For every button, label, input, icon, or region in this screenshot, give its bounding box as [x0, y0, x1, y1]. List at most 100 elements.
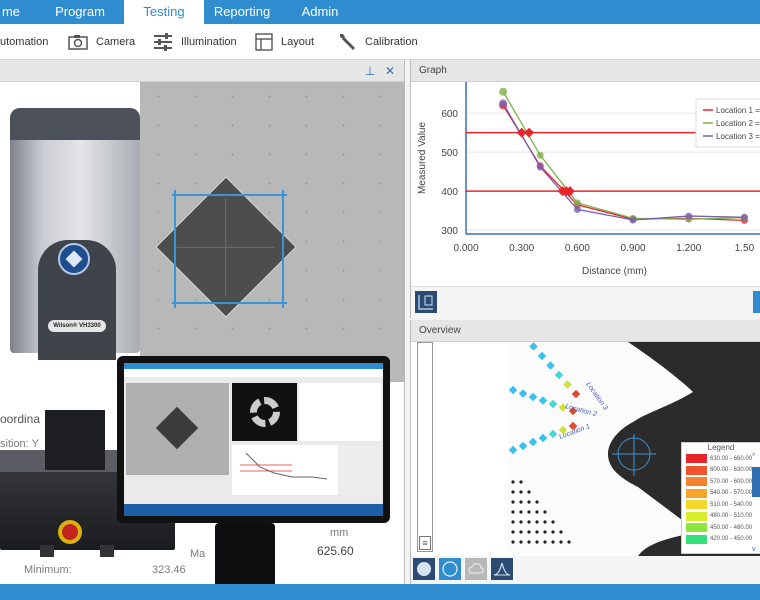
main-tab-bar: me Program Testing Reporting Admin: [0, 0, 760, 24]
legend-swatch: [686, 534, 707, 544]
reference-dot: [543, 510, 547, 514]
fill-circle-button[interactable]: [413, 558, 435, 580]
data-point: [740, 213, 748, 221]
x-tick-label: 0.900: [621, 243, 646, 254]
chart-view-button[interactable]: [753, 291, 760, 313]
graph-footer: [411, 286, 760, 318]
x-tick-label: 0.600: [565, 243, 590, 254]
location-3-label: Location 3: [584, 381, 608, 412]
tab-testing[interactable]: Testing: [124, 0, 204, 24]
reference-dot: [551, 520, 555, 524]
y-tick-label: 500: [441, 148, 458, 159]
reference-dot: [527, 520, 531, 524]
data-point: [536, 163, 544, 171]
camera-icon: [68, 34, 88, 50]
reference-dot: [519, 530, 523, 534]
tablet-toolbar: [124, 369, 383, 377]
overview-panel-title: Overview: [419, 325, 461, 336]
reference-dot: [535, 540, 539, 544]
legend-row: 480.00 - 510.00: [682, 511, 760, 523]
legend-row: 420.00 - 450.00: [682, 534, 760, 546]
x-tick-label: 1.50: [735, 243, 755, 254]
legend-swatch: [686, 454, 707, 464]
legend-range-label: 600.00 - 630.00: [710, 467, 753, 474]
graph-panel: Graph 300 400 500 600 0.000 0.300 0.600 0.900 1.…: [410, 60, 760, 318]
camera-button[interactable]: Camera: [68, 24, 135, 60]
measure-line-bottom[interactable]: [172, 302, 287, 304]
legend-range-label: 450.00 - 480.00: [710, 524, 753, 531]
x-tick-label: 0.000: [453, 243, 478, 254]
legend-swatch: [686, 488, 707, 498]
calibration-button[interactable]: Calibration: [337, 24, 418, 60]
overview-panel-header: Overview: [411, 320, 760, 342]
outline-circle-button[interactable]: [439, 558, 461, 580]
automation-button[interactable]: utomation: [0, 24, 48, 60]
toolbar-label: Illumination: [181, 36, 237, 48]
reference-dot: [519, 480, 523, 484]
scroll-down-icon[interactable]: v: [752, 546, 756, 553]
legend-scrollbar[interactable]: ^ v: [752, 453, 760, 553]
brand-logo-icon: [58, 243, 90, 275]
reference-dot: [511, 500, 515, 504]
measurement-point: [548, 399, 558, 409]
minimum-label: Minimum:: [24, 564, 72, 576]
tab-program[interactable]: Program: [50, 0, 110, 24]
machine-model-label: Wilson® VH3300: [48, 320, 106, 332]
cloud-button[interactable]: [465, 558, 487, 580]
measure-line-left[interactable]: [174, 190, 176, 308]
legend-entry: Location 2 =: [716, 119, 760, 128]
close-icon[interactable]: ✕: [382, 63, 398, 79]
layout-button[interactable]: Layout: [255, 24, 314, 60]
graph-panel-header: Graph: [411, 60, 760, 82]
wrench-icon: [337, 32, 357, 52]
legend-entry: Location 1 =: [716, 106, 760, 115]
measure-line-top[interactable]: [172, 194, 287, 196]
legend-row: 600.00 - 630.00: [682, 465, 760, 477]
measurement-point: [529, 342, 538, 351]
max-label: Ma: [190, 548, 206, 560]
x-axis-label: Distance (mm): [582, 266, 647, 277]
pin-icon[interactable]: ⊥: [362, 63, 378, 79]
scroll-thumb[interactable]: [752, 467, 760, 497]
legend-row: 510.00 - 540.00: [682, 499, 760, 511]
data-point: [536, 151, 544, 159]
menu-icon[interactable]: ≡: [419, 536, 431, 550]
illumination-button[interactable]: Illumination: [153, 24, 237, 60]
measurement-point: [528, 437, 538, 447]
indentation-mark: [155, 176, 297, 318]
legend-row: 630.00 - 660.00: [682, 453, 760, 465]
reference-dot: [567, 540, 571, 544]
tablet-screen: [124, 363, 383, 516]
legend-range-label: 420.00 - 450.00: [710, 536, 753, 543]
y-tick-label: 300: [441, 226, 458, 237]
tab-home[interactable]: me: [0, 0, 22, 24]
overview-panel: Overview ≡ Location 3 Location 2 Locatio…: [410, 320, 760, 584]
measure-line-right[interactable]: [282, 190, 284, 308]
legend-range-label: 630.00 - 660.00: [710, 455, 753, 462]
measurement-point: [538, 396, 548, 405]
tablet-indent: [155, 406, 199, 450]
data-point: [573, 205, 581, 213]
legend-range-label: 570.00 - 600.00: [710, 478, 753, 485]
bell-curve-button[interactable]: [491, 558, 513, 580]
reference-dot: [511, 510, 515, 514]
reference-dot: [519, 520, 523, 524]
microscope-image[interactable]: [140, 82, 405, 382]
overview-zoom-scrollbar[interactable]: ≡: [417, 342, 433, 552]
tab-admin[interactable]: Admin: [296, 0, 344, 24]
measurement-chart[interactable]: 300 400 500 600 0.000 0.300 0.600 0.900 1.200 1.5…: [411, 82, 760, 286]
legend-title: Legend: [707, 443, 735, 452]
data-point: [499, 87, 508, 96]
legend-range-label: 540.00 - 570.00: [710, 490, 753, 497]
sliders-icon: [153, 33, 173, 51]
reference-dot: [527, 500, 531, 504]
tab-reporting[interactable]: Reporting: [210, 0, 274, 24]
machine-cap: [10, 108, 140, 140]
legend-swatch: [686, 523, 707, 533]
y-axis-label: Measured Value: [417, 122, 428, 195]
legend-row: 570.00 - 600.00: [682, 476, 760, 488]
scroll-up-icon[interactable]: ^: [752, 453, 755, 460]
chart-settings-button[interactable]: [415, 291, 437, 313]
y-tick-label: 400: [441, 187, 458, 198]
reference-dot: [527, 510, 531, 514]
